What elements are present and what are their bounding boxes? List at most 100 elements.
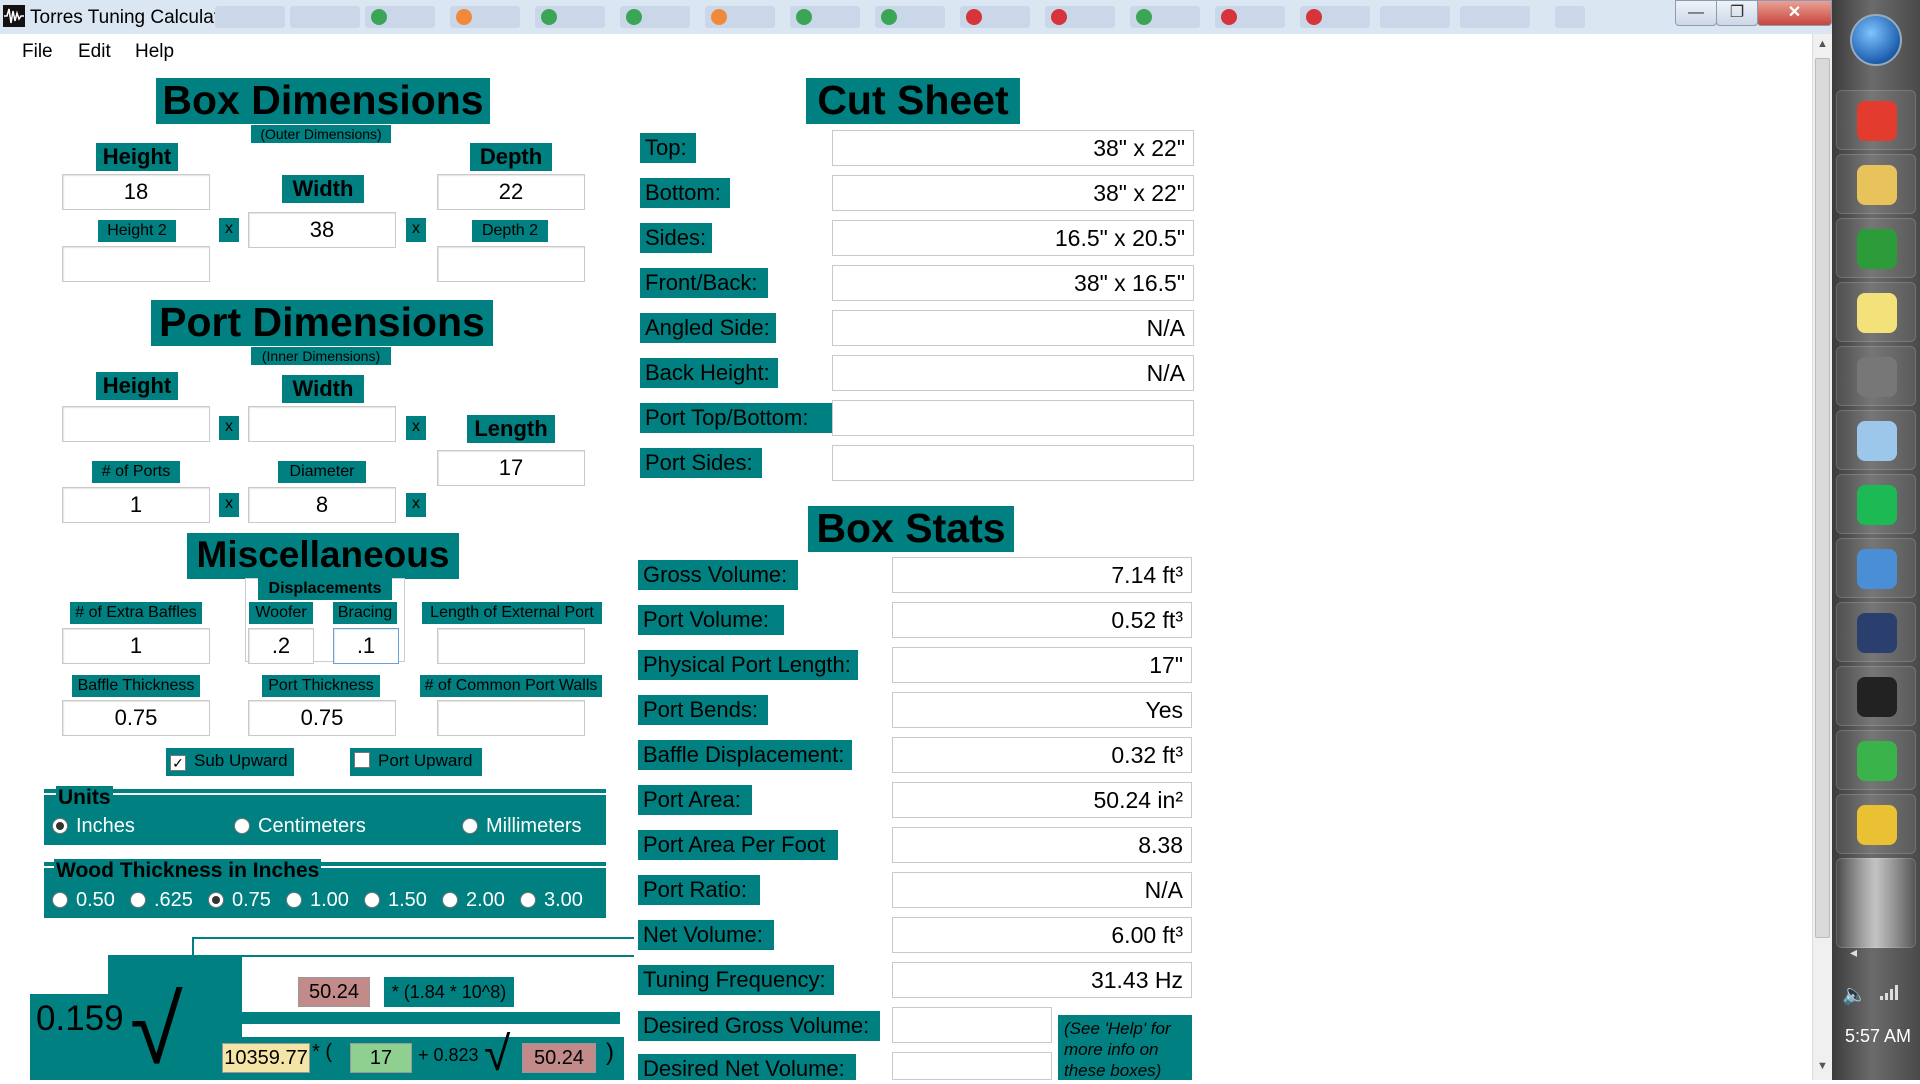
ports-count-field[interactable]: 1: [62, 487, 210, 523]
wood-2.00-radio[interactable]: 2.00: [442, 889, 505, 912]
radio-empty-icon: [520, 892, 536, 908]
background-tab[interactable]: [875, 6, 945, 28]
port-area-per-foot-value[interactable]: 8.38: [892, 827, 1192, 863]
port-bends-value[interactable]: Yes: [892, 692, 1192, 728]
background-tab[interactable]: [450, 6, 520, 28]
cut-back-height-value[interactable]: N/A: [832, 355, 1194, 391]
clock[interactable]: 5:57 AM: [1840, 1026, 1916, 1047]
menu-edit[interactable]: Edit: [78, 41, 111, 63]
background-tab[interactable]: [1380, 6, 1450, 28]
external-port-field[interactable]: [437, 628, 585, 664]
port-diameter-field[interactable]: 8: [248, 487, 396, 523]
close-button[interactable]: ✕: [1757, 0, 1832, 26]
port-width-label: Width: [282, 375, 364, 403]
box-depth2-field[interactable]: [437, 246, 585, 282]
scroll-down-icon[interactable]: ▼: [1817, 1060, 1828, 1072]
volume-icon[interactable]: 🔈: [1842, 982, 1867, 1007]
menu-help[interactable]: Help: [135, 41, 174, 63]
background-tab[interactable]: [1130, 6, 1200, 28]
gross-volume-value[interactable]: 7.14 ft³: [892, 557, 1192, 593]
port-upward-checkbox[interactable]: Port Upward: [350, 748, 482, 776]
port-height-field[interactable]: [62, 406, 210, 442]
background-tab[interactable]: [535, 6, 605, 28]
taskbar-folder-button[interactable]: [1836, 154, 1916, 214]
taskbar-disc-button[interactable]: [1836, 794, 1916, 854]
baffle-displacement-value[interactable]: 0.32 ft³: [892, 737, 1192, 773]
background-tab[interactable]: [1045, 6, 1115, 28]
scroll-up-icon[interactable]: ▲: [1817, 38, 1828, 50]
units-inches-radio[interactable]: Inches: [52, 815, 135, 838]
port-thickness-field[interactable]: 0.75: [248, 700, 396, 736]
network-icon[interactable]: [1880, 984, 1898, 1000]
cut-bottom-value[interactable]: 38" x 22": [832, 175, 1194, 211]
wood-0.75-radio[interactable]: 0.75: [208, 889, 271, 912]
port-ratio-value[interactable]: N/A: [892, 872, 1192, 908]
cut-port-top-bottom-value[interactable]: [832, 400, 1194, 436]
cut-sides-value[interactable]: 16.5" x 20.5": [832, 220, 1194, 256]
taskbar-sticky-notes-button[interactable]: [1836, 282, 1916, 342]
baffle-thickness-field[interactable]: 0.75: [62, 700, 210, 736]
desired-gross-volume-field[interactable]: [892, 1007, 1052, 1043]
cut-angled-side-value[interactable]: N/A: [832, 310, 1194, 346]
wood-1.00-radio[interactable]: 1.00: [286, 889, 349, 912]
wood-1.50-radio[interactable]: 1.50: [364, 889, 427, 912]
physical-port-length-value[interactable]: 17": [892, 647, 1192, 683]
cut-front-back-value[interactable]: 38" x 16.5": [832, 265, 1194, 301]
vertical-scrollbar[interactable]: ▲ ▼: [1812, 34, 1832, 1080]
box-height2-field[interactable]: [62, 246, 210, 282]
background-tab[interactable]: [620, 6, 690, 28]
wood-0.50-radio[interactable]: 0.50: [52, 889, 115, 912]
taskbar-waveform-button[interactable]: [1836, 666, 1916, 726]
common-walls-field[interactable]: [437, 700, 585, 736]
wood-0.625-radio[interactable]: .625: [130, 889, 193, 912]
taskbar-winisd-button[interactable]: [1836, 602, 1916, 662]
new-tab-button[interactable]: [1555, 6, 1585, 28]
background-tab[interactable]: [960, 6, 1030, 28]
taskbar-app-r-button[interactable]: [1836, 730, 1916, 790]
background-tab[interactable]: [790, 6, 860, 28]
net-volume-value[interactable]: 6.00 ft³: [892, 917, 1192, 953]
start-orb-icon[interactable]: [1850, 14, 1902, 66]
cut-port-sides-value[interactable]: [832, 445, 1194, 481]
background-tab[interactable]: [290, 6, 360, 28]
cut-top-label: Top:: [640, 133, 696, 163]
taskbar-calculator-button[interactable]: [1836, 410, 1916, 470]
taskbar-chrome-button[interactable]: [1836, 90, 1916, 150]
taskbar-pinwheel-button[interactable]: [1836, 218, 1916, 278]
wood-3.00-radio[interactable]: 3.00: [520, 889, 583, 912]
box-dimensions-subtitle: (Outer Dimensions): [251, 125, 391, 143]
box-depth-field[interactable]: 22: [437, 174, 585, 210]
box-height-field[interactable]: 18: [62, 174, 210, 210]
minimize-button[interactable]: —: [1675, 0, 1717, 26]
box-width-field[interactable]: 38: [248, 212, 396, 248]
taskbar-control-panel-button[interactable]: [1836, 538, 1916, 598]
port-ratio-label: Port Ratio:: [638, 875, 760, 905]
taskbar-spotify-button[interactable]: [1836, 474, 1916, 534]
box-depth-label: Depth: [470, 143, 552, 171]
background-tab[interactable]: [705, 6, 775, 28]
tuning-frequency-value[interactable]: 31.43 Hz: [892, 962, 1192, 998]
background-tab[interactable]: [1300, 6, 1370, 28]
sub-upward-checkbox[interactable]: ✓ Sub Upward: [166, 748, 294, 776]
background-tab[interactable]: [1215, 6, 1285, 28]
port-width-field[interactable]: [248, 406, 396, 442]
port-length-field[interactable]: 17: [437, 450, 585, 486]
background-tab[interactable]: [215, 6, 285, 28]
background-tab[interactable]: [365, 6, 435, 28]
units-centimeters-radio[interactable]: Centimeters: [234, 815, 366, 838]
port-area-value[interactable]: 50.24 in²: [892, 782, 1192, 818]
cut-top-value[interactable]: 38" x 22": [832, 130, 1194, 166]
background-tab[interactable]: [1460, 6, 1530, 28]
bracing-displacement-field[interactable]: .1: [333, 628, 399, 664]
menu-file[interactable]: File: [22, 41, 53, 63]
desired-net-volume-field[interactable]: [892, 1052, 1052, 1080]
notification-arrow-icon[interactable]: ◂: [1850, 944, 1857, 961]
box-height-label: Height: [96, 143, 178, 171]
port-volume-value[interactable]: 0.52 ft³: [892, 602, 1192, 638]
extra-baffles-field[interactable]: 1: [62, 628, 210, 664]
units-millimeters-radio[interactable]: Millimeters: [462, 815, 582, 838]
restore-button[interactable]: ❐: [1716, 0, 1758, 26]
taskbar-mouse-button[interactable]: [1836, 346, 1916, 406]
woofer-displacement-field[interactable]: .2: [248, 628, 314, 664]
scroll-thumb[interactable]: [1815, 58, 1830, 938]
